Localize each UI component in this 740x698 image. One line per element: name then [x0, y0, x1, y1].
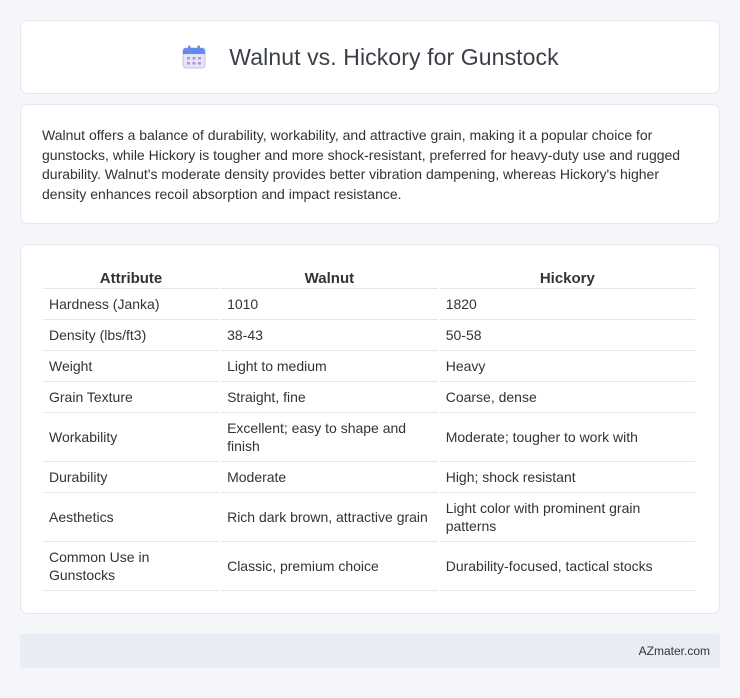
- walnut-cell: Classic, premium choice: [221, 542, 438, 591]
- header-hickory: Hickory: [439, 267, 695, 289]
- table-row: Common Use in Gunstocks Classic, premium…: [43, 542, 695, 591]
- walnut-cell: Moderate: [221, 462, 438, 493]
- attribute-cell: Weight: [43, 351, 220, 382]
- header-walnut: Walnut: [221, 267, 438, 289]
- table-row: Workability Excellent; easy to shape and…: [43, 413, 695, 462]
- table-row: Hardness (Janka) 1010 1820: [43, 289, 695, 320]
- table-row: Weight Light to medium Heavy: [43, 351, 695, 382]
- hickory-cell: Heavy: [439, 351, 695, 382]
- table-header-row: Attribute Walnut Hickory: [43, 267, 695, 289]
- title-wrap: Walnut vs. Hickory for Gunstock: [181, 43, 559, 71]
- table-row: Aesthetics Rich dark brown, attractive g…: [43, 493, 695, 542]
- header-attribute: Attribute: [43, 267, 220, 289]
- table-row: Grain Texture Straight, fine Coarse, den…: [43, 382, 695, 413]
- attribute-cell: Workability: [43, 413, 220, 462]
- attribute-cell: Grain Texture: [43, 382, 220, 413]
- calendar-icon: [181, 44, 207, 70]
- comparison-table-card: Attribute Walnut Hickory Hardness (Janka…: [20, 244, 720, 614]
- walnut-cell: 38-43: [221, 320, 438, 351]
- summary-card: Walnut offers a balance of durability, w…: [20, 104, 720, 224]
- summary-text: Walnut offers a balance of durability, w…: [42, 127, 681, 202]
- walnut-cell: Straight, fine: [221, 382, 438, 413]
- table-row: Density (lbs/ft3) 38-43 50-58: [43, 320, 695, 351]
- attribute-cell: Hardness (Janka): [43, 289, 220, 320]
- hickory-cell: Moderate; tougher to work with: [439, 413, 695, 462]
- hickory-cell: 1820: [439, 289, 695, 320]
- page-title: Walnut vs. Hickory for Gunstock: [229, 43, 559, 70]
- walnut-cell: Excellent; easy to shape and finish: [221, 413, 438, 462]
- hickory-cell: 50-58: [439, 320, 695, 351]
- attribute-cell: Density (lbs/ft3): [43, 320, 220, 351]
- walnut-cell: 1010: [221, 289, 438, 320]
- hickory-cell: Light color with prominent grain pattern…: [439, 493, 695, 542]
- hickory-cell: Coarse, dense: [439, 382, 695, 413]
- header-card: Walnut vs. Hickory for Gunstock: [20, 20, 720, 94]
- walnut-cell: Light to medium: [221, 351, 438, 382]
- footer: AZmater.com: [20, 634, 720, 668]
- table-row: Durability Moderate High; shock resistan…: [43, 462, 695, 493]
- hickory-cell: High; shock resistant: [439, 462, 695, 493]
- footer-site-link[interactable]: AZmater.com: [639, 644, 710, 658]
- attribute-cell: Common Use in Gunstocks: [43, 542, 220, 591]
- attribute-cell: Durability: [43, 462, 220, 493]
- comparison-table: Attribute Walnut Hickory Hardness (Janka…: [41, 267, 697, 591]
- attribute-cell: Aesthetics: [43, 493, 220, 542]
- walnut-cell: Rich dark brown, attractive grain: [221, 493, 438, 542]
- hickory-cell: Durability-focused, tactical stocks: [439, 542, 695, 591]
